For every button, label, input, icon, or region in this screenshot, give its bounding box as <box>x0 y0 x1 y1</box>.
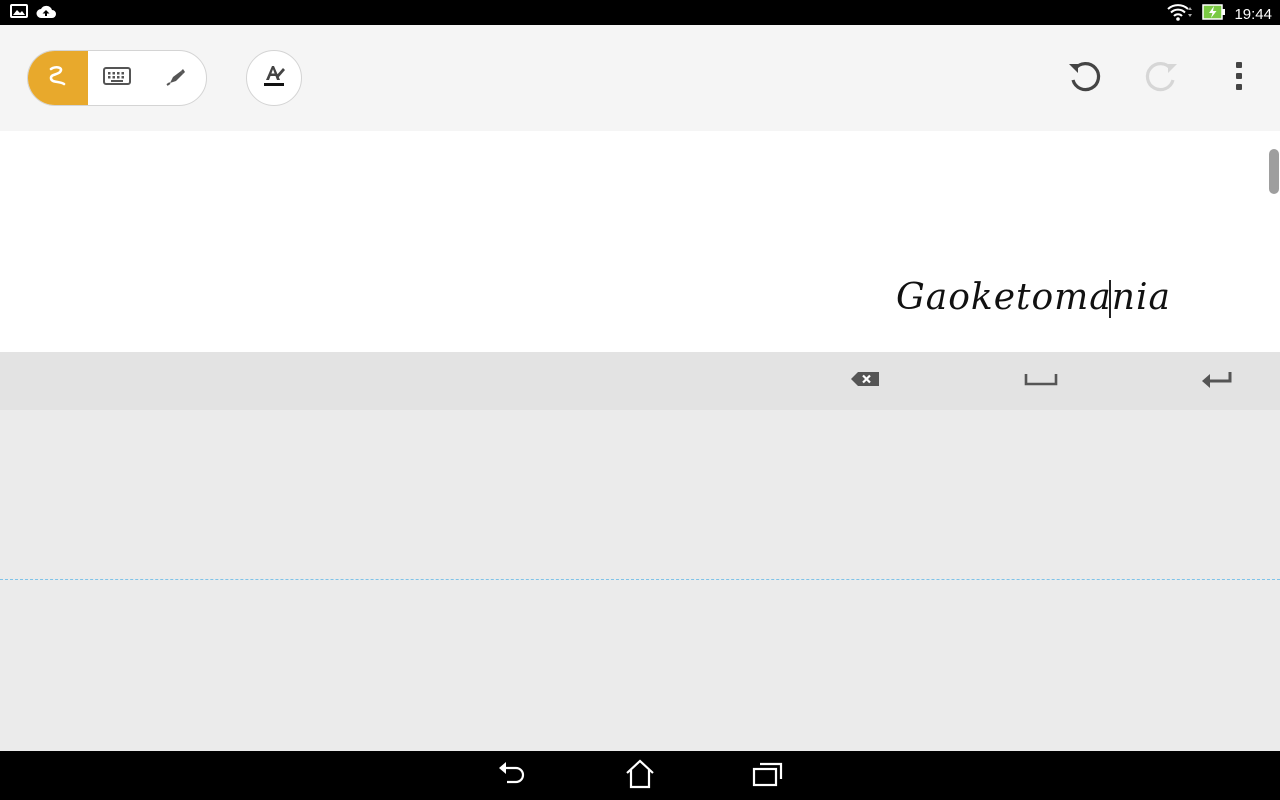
space-icon <box>1024 372 1058 391</box>
space-key[interactable] <box>1017 362 1065 400</box>
cloud-upload-icon <box>36 4 56 24</box>
recents-button[interactable] <box>748 758 788 794</box>
enter-icon <box>1201 370 1233 393</box>
toolbar <box>0 25 1280 131</box>
back-icon <box>497 760 527 793</box>
baseline-guide <box>0 579 1280 580</box>
input-mode-group <box>27 50 207 106</box>
recents-icon <box>752 761 784 792</box>
handwriting-pad[interactable] <box>0 410 1280 751</box>
home-button[interactable] <box>620 758 660 794</box>
wifi-icon <box>1166 3 1194 26</box>
navigation-bar <box>0 751 1280 800</box>
scrollbar-thumb[interactable] <box>1269 149 1279 194</box>
handwriting-mode-button[interactable] <box>28 51 88 105</box>
more-vert-icon <box>1235 61 1243 96</box>
backspace-key[interactable] <box>841 362 889 400</box>
home-icon <box>624 759 656 794</box>
key-bar <box>0 352 1280 411</box>
status-clock: 19:44 <box>1234 6 1272 23</box>
keyboard-icon <box>103 66 131 90</box>
enter-key[interactable] <box>1193 362 1241 400</box>
undo-icon <box>1065 56 1105 101</box>
undo-button[interactable] <box>1062 55 1108 101</box>
pen-icon <box>164 64 188 93</box>
handwriting-icon <box>45 63 71 94</box>
text-input-area[interactable]: Gaoketomania <box>0 131 1280 352</box>
redo-button[interactable] <box>1138 55 1184 101</box>
back-button[interactable] <box>492 758 532 794</box>
gallery-icon <box>10 4 28 24</box>
status-bar: 19:44 <box>0 0 1280 25</box>
text-cursor <box>1109 280 1111 318</box>
keyboard-mode-button[interactable] <box>88 51 146 105</box>
recognized-text: Gaoketomania <box>896 277 1171 318</box>
overflow-menu-button[interactable] <box>1220 55 1258 101</box>
pen-mode-button[interactable] <box>146 51 206 105</box>
redo-icon <box>1141 56 1181 101</box>
battery-charging-icon <box>1202 3 1226 26</box>
text-format-icon <box>260 62 288 95</box>
backspace-icon <box>850 371 880 392</box>
text-format-button[interactable] <box>246 50 302 106</box>
